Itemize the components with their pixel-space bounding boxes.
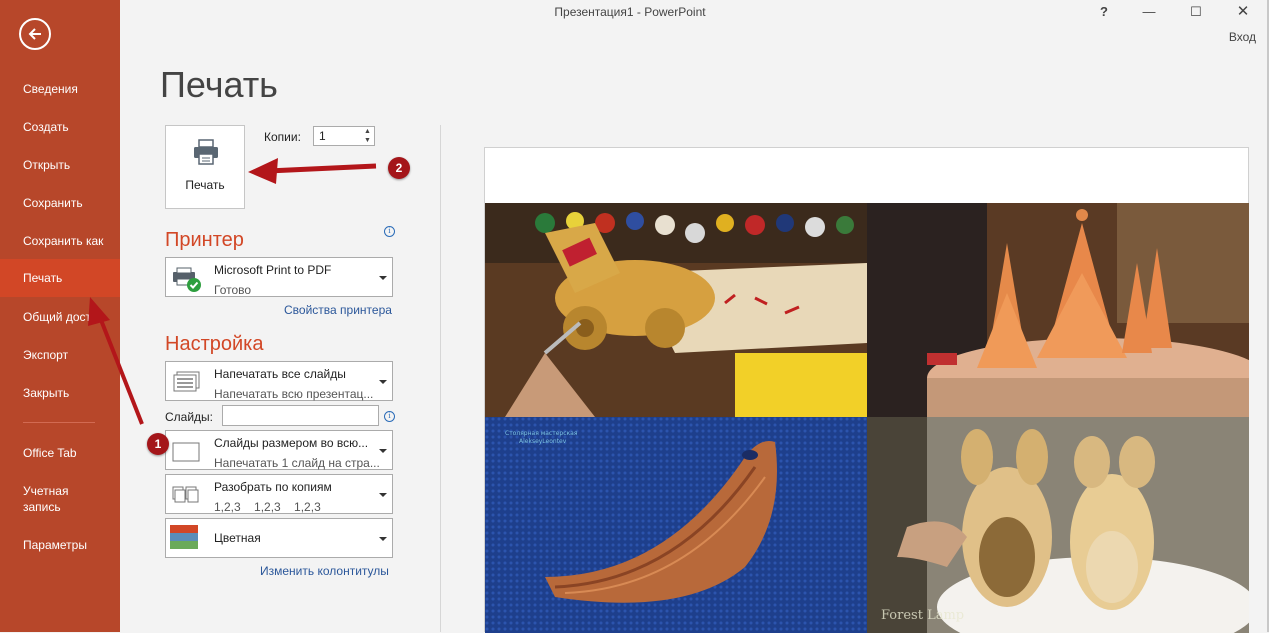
color-title: Цветная — [214, 531, 261, 545]
sidebar-item-account[interactable]: Учетная запись — [0, 483, 120, 515]
printer-ready-icon — [173, 267, 201, 292]
sidebar-item-save-as[interactable]: Сохранить как — [0, 233, 120, 249]
print-range-title: Напечатать все слайды — [214, 367, 346, 381]
print-button[interactable]: Печать — [165, 125, 245, 209]
chevron-down-icon — [379, 449, 387, 453]
sidebar-item-print[interactable]: Печать — [0, 259, 120, 297]
full-page-slide-icon — [172, 442, 200, 462]
printer-heading: Принтер — [165, 229, 244, 251]
slides-label: Слайды: — [165, 410, 214, 424]
page-title: Печать — [160, 64, 278, 105]
sidebar-item-options[interactable]: Параметры — [0, 537, 120, 553]
printer-properties-link[interactable]: Свойства принтера — [284, 303, 392, 317]
layout-title: Слайды размером во всю... — [214, 436, 369, 450]
copies-spinner[interactable]: ▲ ▼ — [361, 127, 374, 145]
sidebar-item-open[interactable]: Открыть — [0, 157, 120, 173]
sidebar-divider — [23, 422, 95, 423]
sidebar-item-label: Параметры — [23, 538, 87, 552]
print-button-label: Печать — [185, 178, 225, 192]
printer-icon — [194, 139, 218, 165]
annotation-badge-1: 1 — [147, 433, 169, 455]
layout-subtitle: Напечатать 1 слайд на стра... — [214, 456, 380, 470]
sidebar-item-info[interactable]: Сведения — [0, 81, 120, 97]
sidebar-item-new[interactable]: Создать — [0, 119, 120, 135]
spin-down-icon[interactable]: ▼ — [361, 136, 374, 145]
maximize-button[interactable]: ☐ — [1182, 2, 1210, 22]
watermark-line-2: AlekseyLeontev — [519, 438, 567, 445]
annotation-badge-2: 2 — [388, 157, 410, 179]
sidebar-item-label: Создать — [23, 120, 69, 134]
print-range-dropdown[interactable]: Напечатать все слайды Напечатать всю пре… — [165, 361, 393, 401]
info-icon[interactable]: i — [384, 411, 395, 422]
help-button[interactable]: ? — [1090, 2, 1118, 22]
sidebar-item-label: Сохранить как — [23, 234, 104, 248]
panel-divider — [440, 125, 441, 632]
sign-in-link[interactable]: Вход — [1229, 30, 1256, 44]
minimize-button[interactable]: — — [1135, 2, 1163, 22]
printer-name: Microsoft Print to PDF — [214, 263, 332, 277]
sidebar-item-label: Печать — [23, 271, 63, 285]
collate-subtitle: 1,2,3 1,2,3 1,2,3 — [214, 500, 321, 514]
print-range-subtitle: Напечатать всю презентац... — [214, 387, 374, 401]
edit-header-footer-link[interactable]: Изменить колонтитулы — [260, 564, 389, 578]
backstage-sidebar: Сведения Создать Открыть Сохранить Сохра… — [0, 0, 120, 632]
chevron-down-icon — [379, 537, 387, 541]
sidebar-item-close[interactable]: Закрыть — [0, 385, 120, 401]
sidebar-item-label: Учетная запись — [23, 484, 69, 514]
printer-dropdown[interactable]: Microsoft Print to PDF Готово — [165, 257, 393, 297]
sidebar-item-label: Сведения — [23, 82, 78, 96]
sidebar-item-save[interactable]: Сохранить — [0, 195, 120, 211]
watermark-line-1: Столярная мастерская — [505, 430, 578, 437]
slides-input[interactable] — [222, 405, 379, 426]
photo-wooden-pigs: Forest Lamp — [867, 417, 1249, 633]
layout-dropdown[interactable]: Слайды размером во всю... Напечатать 1 с… — [165, 430, 393, 470]
spin-up-icon[interactable]: ▲ — [361, 127, 374, 136]
sidebar-item-label: Закрыть — [23, 386, 70, 400]
sidebar-item-office-tab[interactable]: Office Tab — [0, 445, 120, 461]
photo-toy-horse — [485, 203, 867, 417]
color-swatch-icon — [170, 525, 198, 549]
back-arrow-icon — [28, 28, 41, 40]
sidebar-item-label: Office Tab — [23, 446, 77, 460]
info-icon[interactable]: i — [384, 226, 395, 237]
annotation-arrow-2 — [267, 163, 377, 174]
sidebar-item-label: Экспорт — [23, 348, 69, 362]
collate-icon — [172, 486, 199, 503]
sidebar-item-label: Общий доступ — [23, 310, 104, 324]
annotation-arrowhead-2 — [248, 158, 278, 184]
back-button[interactable] — [19, 18, 51, 50]
settings-heading: Настройка — [165, 333, 264, 355]
sidebar-item-export[interactable]: Экспорт — [0, 347, 120, 363]
photo-wooden-board: Столярная мастерская AlekseyLeontev — [485, 417, 867, 633]
sidebar-item-label: Сохранить — [23, 196, 83, 210]
print-preview-page: Столярная мастерская AlekseyLeontev Fore… — [484, 147, 1249, 633]
watermark-text: Forest Lamp — [881, 608, 964, 623]
photo-wooden-trees — [867, 203, 1249, 417]
chevron-down-icon — [379, 276, 387, 280]
printer-status: Готово — [214, 283, 252, 297]
chevron-down-icon — [379, 493, 387, 497]
collate-title: Разобрать по копиям — [214, 480, 332, 494]
close-button[interactable]: ✕ — [1229, 2, 1257, 22]
chevron-down-icon — [379, 380, 387, 384]
sidebar-item-share[interactable]: Общий доступ — [0, 309, 120, 325]
copies-label: Копии: — [264, 130, 301, 144]
window-title: Презентация1 - PowerPoint — [554, 5, 706, 19]
color-dropdown[interactable]: Цветная — [165, 518, 393, 558]
collate-dropdown[interactable]: Разобрать по копиям 1,2,3 1,2,3 1,2,3 — [165, 474, 393, 514]
sidebar-item-label: Открыть — [23, 158, 71, 172]
all-slides-icon — [173, 371, 200, 392]
